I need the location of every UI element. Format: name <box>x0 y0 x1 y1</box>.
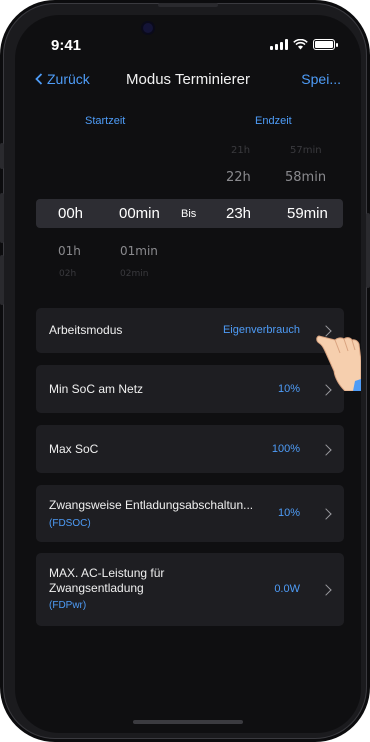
chevron-right-icon <box>320 584 332 596</box>
setting-min-soc[interactable]: Min SoC am Netz 10% <box>36 365 344 413</box>
setting-label: Zwangsweise Entladungsabschaltun... <box>49 498 254 512</box>
wifi-icon <box>293 39 308 50</box>
setting-code: (FDPwr) <box>49 600 87 611</box>
status-icons <box>270 39 338 50</box>
save-button[interactable]: Spei... <box>301 71 341 87</box>
end-minute-option[interactable]: 57min <box>290 145 322 156</box>
screen: 9:41 Zurück Modus Terminierer Spei... St… <box>15 15 361 733</box>
cellular-signal-icon <box>270 39 288 50</box>
start-minute-selected[interactable]: 00min <box>119 205 160 222</box>
start-hour-selected[interactable]: 00h <box>58 205 83 222</box>
end-minute-option[interactable]: 58min <box>285 170 326 185</box>
start-minute-option[interactable]: 01min <box>120 244 158 258</box>
chevron-right-icon <box>320 508 332 520</box>
power-button <box>366 213 370 288</box>
setting-arbeitsmodus[interactable]: Arbeitsmodus Eigenverbrauch <box>36 308 344 353</box>
end-hour-option[interactable]: 21h <box>231 145 250 156</box>
status-time: 9:41 <box>51 37 82 54</box>
speaker <box>158 3 218 7</box>
end-hour-option[interactable]: 22h <box>226 170 251 185</box>
start-time-label: Startzeit <box>85 115 126 127</box>
setting-label: MAX. AC-Leistung für Zwangsentladung <box>49 566 165 595</box>
setting-fdsoc[interactable]: Zwangsweise Entladungsabschaltun... (FDS… <box>36 485 344 542</box>
pointing-hand-icon <box>316 335 361 391</box>
battery-icon <box>313 39 338 50</box>
setting-label: Max SoC <box>49 442 99 456</box>
volume-up-button <box>0 193 4 243</box>
mute-switch <box>0 143 4 169</box>
phone-frame: 9:41 Zurück Modus Terminierer Spei... St… <box>0 3 370 739</box>
camera-dot <box>143 23 153 33</box>
setting-label: Min SoC am Netz <box>49 382 144 396</box>
navigation-bar: Zurück Modus Terminierer Spei... <box>15 69 361 93</box>
volume-down-button <box>0 255 4 305</box>
end-minute-selected[interactable]: 59min <box>287 205 328 222</box>
start-minute-option[interactable]: 02min <box>120 269 148 277</box>
setting-value: 10% <box>277 507 300 519</box>
setting-max-soc[interactable]: Max SoC 100% <box>36 425 344 473</box>
setting-value: 0.0W <box>274 583 300 595</box>
setting-fdpwr[interactable]: MAX. AC-Leistung für Zwangsentladung (FD… <box>36 553 344 626</box>
end-time-label: Endzeit <box>255 115 292 127</box>
end-hour-selected[interactable]: 23h <box>226 205 251 222</box>
setting-value: 10% <box>277 383 300 395</box>
chevron-right-icon <box>320 444 332 456</box>
setting-code: (FDSOC) <box>49 518 91 529</box>
start-hour-option[interactable]: 01h <box>58 244 81 258</box>
setting-value: 100% <box>271 443 300 455</box>
separator-label: Bis <box>181 208 197 220</box>
setting-value: Eigenverbrauch <box>222 324 300 336</box>
home-indicator <box>133 720 243 724</box>
setting-label: Arbeitsmodus <box>49 323 123 337</box>
start-hour-option[interactable]: 02h <box>59 269 76 277</box>
